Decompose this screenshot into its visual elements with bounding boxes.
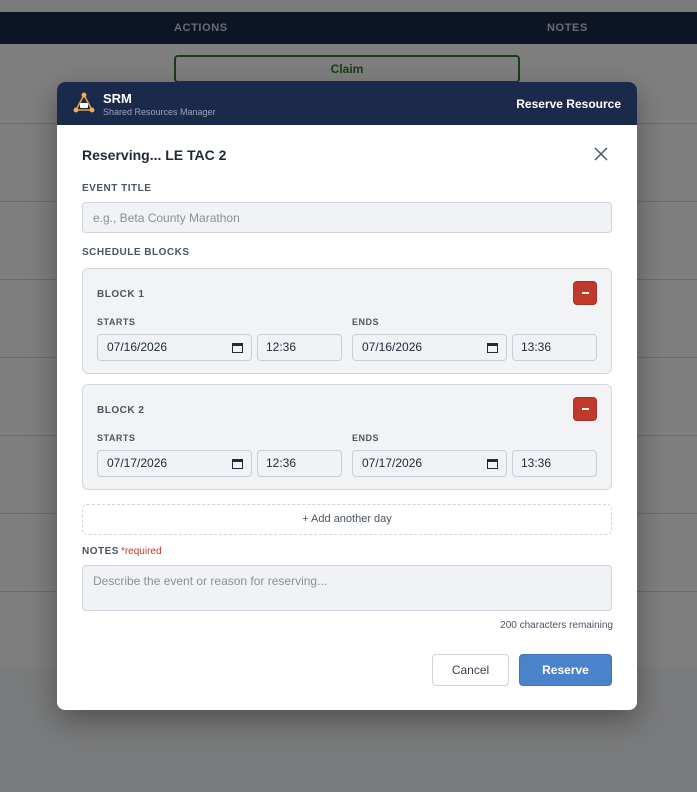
dialog-title: Reserving... LE TAC 2 xyxy=(82,147,227,163)
end-date-input[interactable]: 07/16/2026 xyxy=(352,334,507,361)
reserve-resource-dialog: SRM Shared Resources Manager Reserve Res… xyxy=(57,82,637,710)
remove-block-button[interactable] xyxy=(573,397,597,421)
starts-label: STARTS xyxy=(97,433,136,443)
event-title-input[interactable] xyxy=(82,202,612,233)
start-date-input[interactable]: 07/16/2026 xyxy=(97,334,252,361)
required-indicator: *required xyxy=(120,546,162,557)
add-another-day-button[interactable]: + Add another day xyxy=(82,504,612,535)
start-date-value: 07/16/2026 xyxy=(107,340,168,354)
calendar-icon[interactable] xyxy=(487,342,498,353)
brand-name: SRM xyxy=(103,91,132,106)
block-title: BLOCK 2 xyxy=(97,405,145,416)
starts-label: STARTS xyxy=(97,317,136,327)
end-time-input[interactable]: 13:36 xyxy=(512,450,597,477)
notes-label: NOTES *required xyxy=(82,546,162,557)
calendar-icon[interactable] xyxy=(487,458,498,469)
ends-label: ENDS xyxy=(352,317,380,327)
start-time-input[interactable]: 12:36 xyxy=(257,450,342,477)
notes-label-text: NOTES xyxy=(82,546,119,557)
dialog-header: SRM Shared Resources Manager Reserve Res… xyxy=(57,82,637,125)
reserve-button[interactable]: Reserve xyxy=(519,654,612,686)
schedule-block: BLOCK 1 STARTS ENDS 07/16/2026 12:36 07/… xyxy=(82,268,612,374)
brand-subtitle: Shared Resources Manager xyxy=(103,107,216,117)
schedule-block: BLOCK 2 STARTS ENDS 07/17/2026 12:36 07/… xyxy=(82,384,612,490)
remove-block-button[interactable] xyxy=(573,281,597,305)
end-date-value: 07/16/2026 xyxy=(362,340,423,354)
dialog-header-title: Reserve Resource xyxy=(516,97,621,111)
end-date-value: 07/17/2026 xyxy=(362,456,423,470)
start-date-input[interactable]: 07/17/2026 xyxy=(97,450,252,477)
end-date-input[interactable]: 07/17/2026 xyxy=(352,450,507,477)
schedule-blocks-label: SCHEDULE BLOCKS xyxy=(82,247,190,258)
characters-remaining: 200 characters remaining xyxy=(500,620,613,631)
end-time-input[interactable]: 13:36 xyxy=(512,334,597,361)
notes-textarea[interactable] xyxy=(82,565,612,611)
ends-label: ENDS xyxy=(352,433,380,443)
calendar-icon[interactable] xyxy=(232,342,243,353)
event-title-label: EVENT TITLE xyxy=(82,183,152,194)
start-date-value: 07/17/2026 xyxy=(107,456,168,470)
start-time-input[interactable]: 12:36 xyxy=(257,334,342,361)
dialog-title-row: Reserving... LE TAC 2 xyxy=(57,125,637,183)
calendar-icon[interactable] xyxy=(232,458,243,469)
srm-logo-icon xyxy=(73,92,95,113)
cancel-button[interactable]: Cancel xyxy=(432,654,509,686)
block-title: BLOCK 1 xyxy=(97,289,145,300)
close-icon[interactable] xyxy=(592,145,610,163)
